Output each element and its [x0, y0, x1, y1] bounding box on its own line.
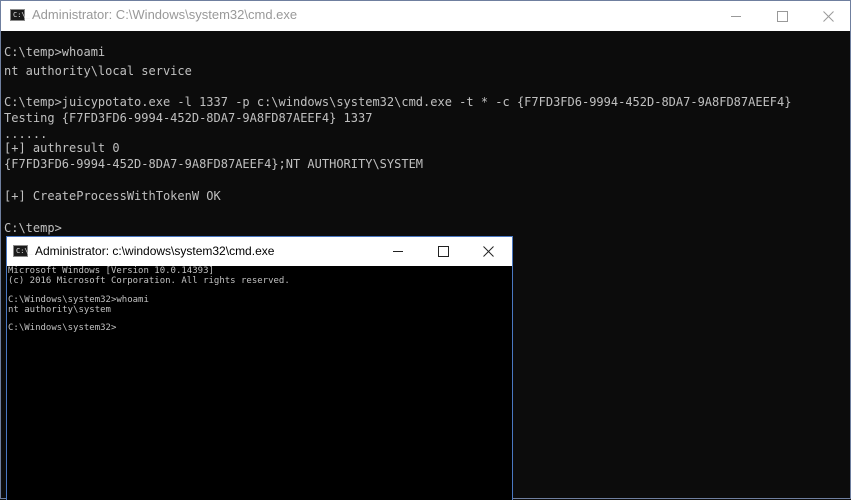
app-icon-glyph: C:\_: [13, 11, 30, 19]
console-line: Testing {F7FD3FD6-9994-452D-8DA7-9A8FD87…: [4, 111, 373, 125]
console-line: C:\temp>whoami: [4, 45, 106, 59]
inner-maximize-button[interactable]: [421, 237, 466, 266]
console-line: nt authority\system: [8, 305, 111, 315]
outer-minimize-button[interactable]: [713, 1, 759, 31]
console-line: C:\Windows\system32>whoami: [8, 295, 149, 305]
console-prompt: C:\Windows\system32>: [8, 323, 117, 333]
inner-close-button[interactable]: [466, 237, 511, 266]
maximize-icon: [776, 10, 788, 22]
close-icon: [483, 246, 494, 257]
inner-cmd-window[interactable]: C:\_ Administrator: c:\windows\system32\…: [6, 236, 513, 500]
console-line: Microsoft Windows [Version 10.0.14393]: [8, 266, 214, 276]
maximize-icon: [438, 246, 449, 257]
cmd-app-icon: C:\_: [13, 245, 33, 257]
close-icon: [822, 10, 834, 22]
console-line: nt authority\local service: [4, 64, 192, 78]
console-line: (c) 2016 Microsoft Corporation. All righ…: [8, 276, 290, 286]
console-line: {F7FD3FD6-9994-452D-8DA7-9A8FD87AEEF4};N…: [4, 157, 424, 171]
console-line: ......: [4, 127, 48, 141]
console-prompt: C:\temp>: [4, 221, 62, 235]
outer-close-button[interactable]: [805, 1, 850, 31]
app-icon-glyph: C:\_: [16, 247, 33, 255]
outer-window-title: Administrator: C:\Windows\system32\cmd.e…: [32, 7, 298, 22]
inner-console-area[interactable]: Microsoft Windows [Version 10.0.14393] (…: [7, 266, 512, 500]
inner-minimize-button[interactable]: [376, 237, 421, 266]
outer-maximize-button[interactable]: [759, 1, 805, 31]
outer-title-bar[interactable]: C:\_ Administrator: C:\Windows\system32\…: [1, 1, 850, 31]
minimize-icon: [393, 251, 403, 252]
console-line: C:\temp>juicypotato.exe -l 1337 -p c:\wi…: [4, 95, 792, 109]
minimize-icon: [730, 15, 741, 17]
console-line: [+] authresult 0: [4, 141, 120, 155]
inner-title-bar[interactable]: C:\_ Administrator: c:\windows\system32\…: [7, 237, 512, 266]
console-line: [+] CreateProcessWithTokenW OK: [4, 189, 221, 203]
cmd-app-icon: C:\_: [10, 9, 30, 21]
inner-window-title: Administrator: c:\windows\system32\cmd.e…: [35, 244, 275, 258]
